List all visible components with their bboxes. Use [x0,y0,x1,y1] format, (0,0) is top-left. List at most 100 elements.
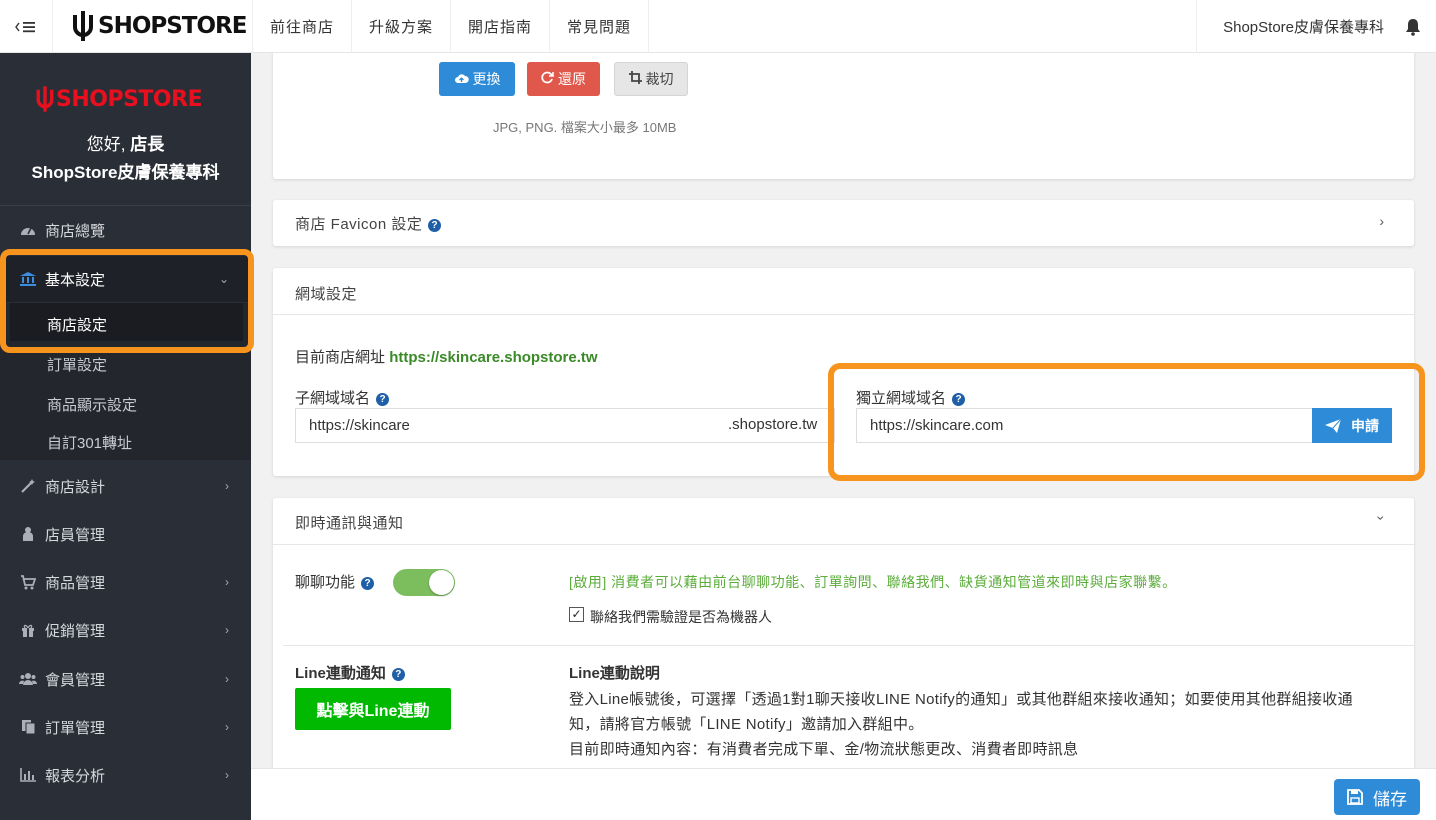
bell-icon[interactable] [1404,0,1436,53]
help-icon[interactable]: ? [428,219,442,232]
sidebar-item-staff[interactable]: 店員管理 [0,511,251,557]
chat-description: [啟用] 消費者可以藉由前台聊聊功能、訂單詢問、聯絡我們、缺貨通知管道來即時與店… [569,574,1177,590]
sidebar: SHOPSTORE 您好, 店長 ShopStore皮膚保養專科 商店總覽 基本… [0,53,254,820]
notify-card-title: 即時通訊與通知 [295,515,404,532]
shopstore-logo-icon [73,11,93,41]
chevron-right-icon: › [225,479,229,493]
sidebar-item-products[interactable]: 商品管理 › [0,559,251,605]
restore-button[interactable]: 還原 [527,62,600,96]
submenu-redirect-301[interactable]: 自訂301轉址 [47,432,132,453]
chevron-right-icon: › [225,720,229,734]
domain-card-title: 網域設定 [295,286,358,303]
chevron-right-icon: › [1379,213,1384,229]
sidebar-logo-text: SHOPSTORE [56,86,203,112]
logo-upload-card: 更換 還原 裁切 JPG, PNG. 檔案大小最多 10MB [273,53,1414,179]
sidebar-toggle-icon[interactable] [0,0,53,53]
favicon-title-row: 商店 Favicon 設定? [295,213,442,234]
sidebar-item-members[interactable]: 會員管理 › [0,656,251,702]
line-desc-line-2: 知，請將官方帳號「LINE Notify」邀請加入群組中。 [569,716,924,733]
refresh-icon [541,71,554,87]
line-connect-button[interactable]: 點擊與Line連動 [295,688,451,730]
replace-label: 更換 [472,71,501,87]
sidebar-item-dashboard[interactable]: 商店總覽 [0,207,251,253]
chat-label-row: 聊聊功能? [295,571,375,592]
top-bar: SHOPSTORE 前往商店 升級方案 開店指南 常見問題 ShopStore皮… [0,0,1436,53]
shopstore-logo-icon [36,86,54,112]
chat-label: 聊聊功能 [295,574,356,591]
sidebar-item-label: 店員管理 [45,526,106,544]
current-url-label: 目前商店網址 [295,349,386,366]
submenu-product-display[interactable]: 商品顯示設定 [47,394,137,415]
subdomain-value: https://skincare [309,417,410,434]
store-name-menu[interactable]: ShopStore皮膚保養專科 [1196,0,1404,53]
orders-icon [19,718,37,736]
nav-faq[interactable]: 常見問題 [549,0,650,53]
chevron-right-icon: › [225,575,229,589]
nav-upgrade-plan[interactable]: 升級方案 [351,0,450,53]
sidebar-divider [0,205,251,206]
line-desc-title: Line連動說明 [569,665,660,682]
favicon-title: 商店 Favicon 設定 [295,216,423,233]
shopstore-logo[interactable]: SHOPSTORE [70,10,247,42]
divider [273,314,1414,315]
robot-checkbox[interactable]: ✓ [569,607,584,622]
subdomain-label-row: 子網域域名? [295,387,390,408]
floppy-disk-icon [1347,789,1363,805]
line-desc-line-3: 目前即時通知內容：有消費者完成下單、金/物流狀態更改、消費者即時訊息 [569,741,1079,758]
sidebar-item-orders[interactable]: 訂單管理 › [0,704,251,750]
save-button[interactable]: 儲存 [1334,779,1420,815]
file-hint: JPG, PNG. 檔案大小最多 10MB [493,120,677,135]
greeting-role: 店長 [130,135,165,154]
nav-store-guide[interactable]: 開店指南 [450,0,549,53]
help-icon[interactable]: ? [391,668,405,681]
sidebar-logo: SHOPSTORE [34,86,203,112]
submenu-order-settings[interactable]: 訂單設定 [47,354,107,375]
subdomain-label: 子網域域名 [295,390,371,407]
highlight-box-sidebar [0,249,254,353]
crop-icon [628,71,642,87]
greeting-prefix: 您好, [86,135,131,154]
footer-bar [251,768,1436,820]
highlight-box-custom-domain [828,363,1425,481]
bar-chart-icon [19,766,37,784]
top-nav: 前往商店 升級方案 開店指南 常見問題 [252,0,650,53]
nav-go-to-store[interactable]: 前往商店 [252,0,351,53]
crop-label: 裁切 [645,71,674,87]
staff-icon [19,525,37,543]
current-url-link[interactable]: https://skincare.shopstore.tw [389,349,597,366]
replace-button[interactable]: 更換 [439,62,515,96]
chevron-right-icon: › [225,768,229,782]
cloud-upload-icon [454,72,469,87]
chat-toggle[interactable] [393,569,455,596]
divider [273,544,1414,545]
sidebar-item-label: 報表分析 [45,767,106,785]
dashboard-icon [19,221,37,239]
divider [283,645,1414,646]
help-icon[interactable]: ? [376,393,390,406]
robot-check-label: 聯絡我們需驗證是否為機器人 [590,609,772,625]
sidebar-store-name: ShopStore皮膚保養專科 [31,163,220,182]
sidebar-item-store-design[interactable]: 商店設計 › [0,463,251,509]
sidebar-item-reports[interactable]: 報表分析 › [0,752,251,798]
crop-button[interactable]: 裁切 [614,62,688,96]
subdomain-suffix: .shopstore.tw [728,416,818,433]
gift-icon [19,621,37,639]
toggle-knob [429,570,454,595]
sidebar-item-label: 促銷管理 [45,622,106,640]
logo-text: SHOPSTORE [98,13,247,39]
sidebar-item-label: 會員管理 [45,671,106,689]
chevron-right-icon: › [225,623,229,637]
current-url-row: 目前商店網址 https://skincare.shopstore.tw [295,346,598,367]
greeting: 您好, 店長 [0,130,251,155]
restore-label: 還原 [558,71,586,87]
sidebar-item-label: 訂單管理 [45,719,106,737]
chevron-down-icon[interactable]: › [1374,516,1390,521]
sidebar-item-label: 商店總覽 [45,222,106,240]
chevron-right-icon: › [225,672,229,686]
favicon-card[interactable]: 商店 Favicon 設定? › [273,200,1414,246]
sidebar-item-promotions[interactable]: 促銷管理 › [0,607,251,653]
sidebar-item-label: 商品管理 [45,574,106,592]
cart-icon [19,573,37,591]
line-label-row: Line連動通知? [295,662,405,683]
help-icon[interactable]: ? [361,577,375,590]
